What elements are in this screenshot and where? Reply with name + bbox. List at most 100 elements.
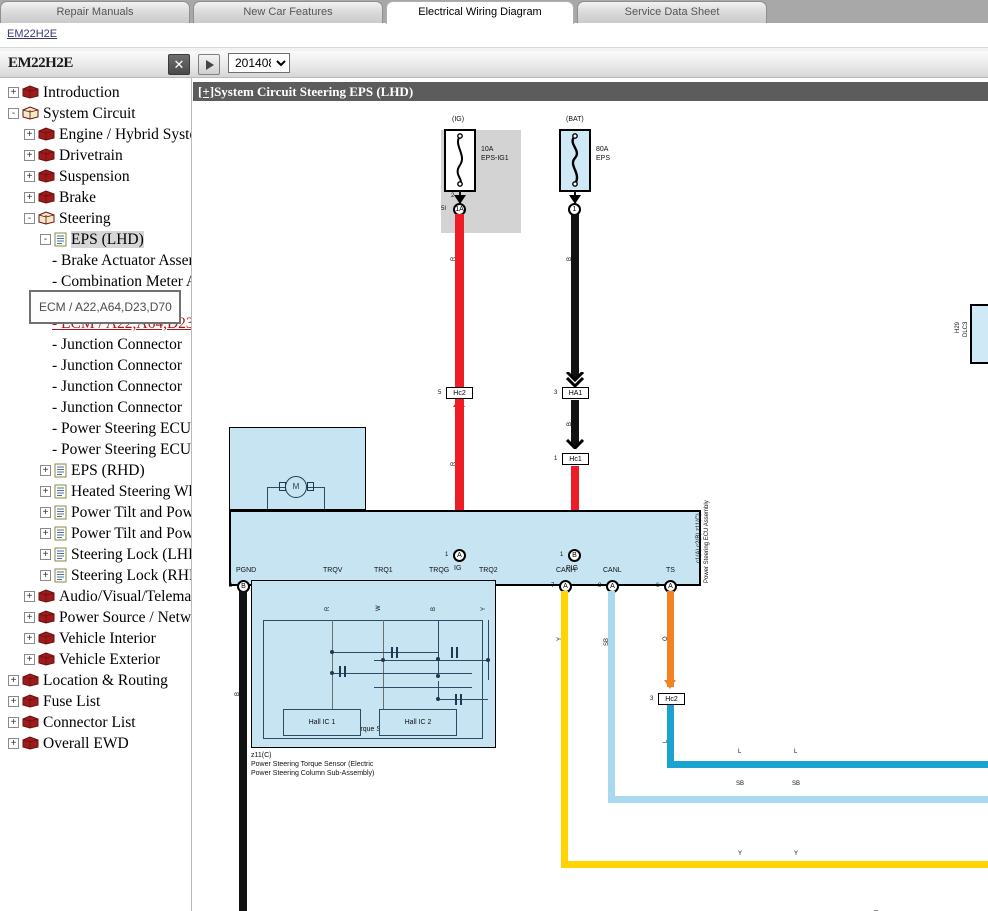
wire-color-o-ts: O	[663, 636, 669, 641]
tree-item-steering[interactable]: - Steering	[24, 207, 111, 228]
tree-tooltip: ECM / A22,A64,D23,D70	[29, 290, 181, 324]
expand-icon[interactable]: +	[24, 191, 35, 203]
tree-item-label: - Junction Connector	[52, 356, 183, 374]
expand-icon[interactable]: +	[24, 128, 35, 140]
expand-icon[interactable]: +	[8, 674, 19, 686]
tree-item-introduction[interactable]: + Introduction	[8, 81, 120, 102]
tree-item-engine-hybrid-system[interactable]: + Engine / Hybrid System	[24, 123, 191, 144]
expand-icon[interactable]: +	[24, 632, 35, 644]
tree-item-combination-meter-assembly[interactable]: - Combination Meter Assembly	[52, 270, 191, 291]
connector-hc2-lower-pin: 3	[650, 696, 654, 702]
book-icon	[22, 673, 39, 687]
year-select[interactable]: 201408	[228, 53, 290, 73]
close-button[interactable]: ✕	[168, 54, 190, 75]
connector-ha1-arrow-icon	[565, 372, 585, 388]
ts-line-r-down	[332, 620, 334, 710]
tree-item-location-routing[interactable]: + Location & Routing	[8, 669, 168, 690]
tree-item-fuse-list[interactable]: + Fuse List	[8, 690, 100, 711]
tab-service-data-sheet[interactable]: Service Data Sheet	[577, 1, 767, 23]
tree-item-label: Suspension	[59, 167, 130, 185]
book-icon	[38, 169, 55, 183]
tree-item-label: - Junction Connector	[52, 335, 183, 353]
collapse-icon[interactable]: -	[24, 212, 35, 224]
expand-icon[interactable]: +	[24, 170, 35, 182]
ecu-term-canh-num: 7	[551, 583, 555, 589]
tree-item-vehicle-exterior[interactable]: + Vehicle Exterior	[24, 648, 160, 669]
tab-repair-manuals[interactable]: Repair Manuals	[0, 1, 190, 23]
ecu-terminal-ig-name: IG	[454, 565, 462, 572]
wire-color-r-2: R	[451, 461, 457, 466]
file-icon	[54, 232, 67, 247]
breadcrumb-bar: EM22H2E	[0, 23, 988, 48]
tree-item-brake[interactable]: + Brake	[24, 186, 96, 207]
breadcrumb-link[interactable]: EM22H2E	[7, 28, 57, 40]
tree-item-label: Steering	[59, 209, 111, 227]
collapse-icon[interactable]: -	[8, 107, 19, 119]
tree-item-junction-connector[interactable]: - Junction Connector	[52, 375, 182, 396]
tree-item-power-tilt-and-power[interactable]: + Power Tilt and Power	[40, 522, 191, 543]
tree-item-system-circuit[interactable]: - System Circuit	[8, 102, 136, 123]
expand-toggle[interactable]: [+]	[198, 84, 214, 99]
tree-item-brake-actuator-assembly[interactable]: - Brake Actuator Assembly	[52, 249, 191, 270]
expand-icon[interactable]: +	[40, 485, 51, 497]
diagram-title-text: System Circuit Steering EPS (LHD)	[214, 84, 414, 99]
expand-icon[interactable]: +	[40, 527, 51, 539]
book-icon	[22, 715, 39, 729]
expand-icon[interactable]: +	[8, 716, 19, 728]
tree-item-power-source-network[interactable]: + Power Source / Network	[24, 606, 192, 627]
tree-item-steering-lock-rhd[interactable]: + Steering Lock (RHD)	[40, 564, 191, 585]
tree-item-power-steering-ecu[interactable]: - Power Steering ECU	[52, 438, 191, 459]
tree-item-steering-lock-lhd[interactable]: + Steering Lock (LHD)	[40, 543, 191, 564]
tree-item-eps-rhd[interactable]: + EPS (RHD)	[40, 459, 145, 480]
ts-line-w-down	[383, 620, 385, 710]
expand-icon[interactable]: +	[24, 149, 35, 161]
edge-device-dlc3-box	[970, 304, 988, 364]
connector-ha1: HA1	[562, 387, 589, 399]
tree-item-suspension[interactable]: + Suspension	[24, 165, 130, 186]
tab-electrical-wiring-diagram[interactable]: Electrical Wiring Diagram	[386, 1, 574, 24]
ecu-term-canl-name: CANL	[603, 567, 622, 574]
tree-item-eps-lhd[interactable]: - EPS (LHD)	[40, 228, 144, 249]
tree-item-connector-list[interactable]: + Connector List	[8, 711, 136, 732]
expand-icon[interactable]: +	[40, 506, 51, 518]
expand-icon[interactable]: +	[24, 590, 35, 602]
expand-icon[interactable]: +	[40, 569, 51, 581]
file-icon	[54, 505, 67, 520]
ecu-terminal-ig-pin: A	[453, 549, 466, 562]
connector-hc2-pin: 5	[438, 390, 442, 396]
tree-item-label: Engine / Hybrid System	[59, 125, 191, 143]
tree-item-power-tilt-and-power[interactable]: + Power Tilt and Power	[40, 501, 191, 522]
ts-line-b-down	[438, 620, 440, 675]
expand-icon[interactable]: +	[8, 86, 19, 98]
expand-icon[interactable]: +	[40, 464, 51, 476]
next-button[interactable]	[198, 54, 220, 75]
expand-icon[interactable]: +	[8, 737, 19, 749]
tab-new-car-features[interactable]: New Car Features	[193, 1, 383, 23]
expand-icon[interactable]: +	[40, 548, 51, 560]
tree-item-power-steering-ecu[interactable]: - Power Steering ECU	[52, 417, 191, 438]
tree-item-audio-visual-telematics[interactable]: + Audio/Visual/Telematics	[24, 585, 191, 606]
wire-ts-blue-horz	[667, 761, 988, 768]
connector-hc2-lower: Hc2	[658, 693, 685, 705]
expand-icon[interactable]: +	[8, 695, 19, 707]
ecu-term-trqg-name: TRQG	[429, 567, 450, 574]
book-icon	[38, 148, 55, 162]
edge-device-name: DLC3	[963, 321, 969, 337]
wire-color-y-trq2: Y	[481, 606, 487, 611]
tree-item-junction-connector[interactable]: - Junction Connector	[52, 396, 182, 417]
tree-item-junction-connector[interactable]: - Junction Connector	[52, 354, 182, 375]
tab-bar: Repair Manuals New Car Features Electric…	[0, 0, 988, 24]
tree-item-heated-steering-wheel[interactable]: + Heated Steering Wheel	[40, 480, 191, 501]
expand-icon[interactable]: +	[24, 653, 35, 665]
collapse-icon[interactable]: -	[40, 233, 51, 245]
expand-icon[interactable]: +	[24, 611, 35, 623]
tree-item-junction-connector[interactable]: - Junction Connector	[52, 333, 182, 354]
tree-item-drivetrain[interactable]: + Drivetrain	[24, 144, 123, 165]
tree-item-overall-ewd[interactable]: + Overall EWD	[8, 732, 129, 753]
tree-item-label: Power Source / Network	[59, 608, 192, 626]
ts-junction-dot-4	[436, 657, 440, 661]
tree-item-vehicle-interior[interactable]: + Vehicle Interior	[24, 627, 156, 648]
ecu-terminal-ig-num: 1	[445, 552, 449, 558]
fuse-ig-name: EPS-IG1	[481, 155, 509, 162]
document-toolbar	[0, 51, 988, 78]
